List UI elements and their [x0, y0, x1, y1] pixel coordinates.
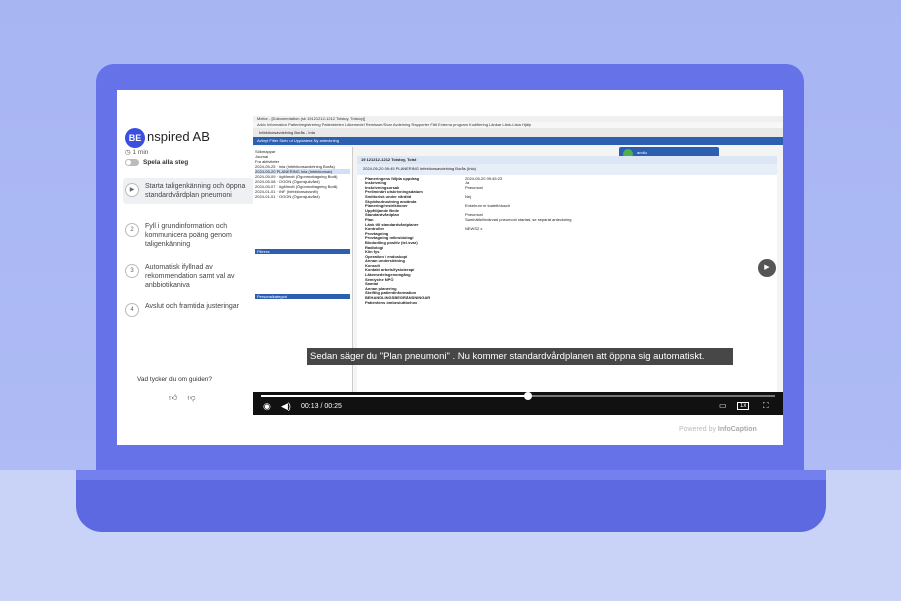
duration-label: ◷ 1 min [125, 149, 149, 156]
guide-panel: BE nspired AB ◷ 1 min Spela alla steg ▶ S… [117, 90, 254, 445]
progress-knob[interactable] [524, 392, 533, 400]
step-number: 2 [125, 223, 139, 237]
speed-button[interactable]: 1x [737, 402, 750, 410]
feedback-buttons: 👍︎ 👎︎ [169, 393, 196, 403]
entry-rows: Planeringens följda uppdrag 2024-05-20 09… [357, 175, 777, 308]
entry-value: Samhällsförvärvad pneumoni startad, se s… [465, 216, 572, 222]
journal-tree: Sökmappar Journal Fra aktiviteter 2024-0… [253, 147, 353, 415]
brand-name: nspired AB [147, 129, 210, 144]
entry-value: Enkelrum m toalett/dusch [465, 203, 511, 209]
entry-value: 2024-05-20 09:45:23 [465, 175, 503, 181]
voice-user: andlu [637, 150, 647, 155]
fullscreen-icon[interactable]: ⛶ [763, 401, 769, 411]
brand-mark: BE [125, 128, 145, 148]
toolbar-unit: Infektionsavdelning Borås - Inla [259, 130, 315, 135]
tree-item: 2024-01-01 · OGON (Ögonsjukvård) [255, 194, 320, 199]
step-label: Starta taligenkänning och öppna standard… [145, 183, 246, 199]
play-icon[interactable]: ◉ [263, 401, 271, 412]
filter-section: Filtrera [255, 249, 350, 254]
feedback-question: Vad tycker du om guiden? [137, 376, 213, 383]
duration-text: 1 min [132, 149, 149, 156]
step-item[interactable]: 2 Fyll i grundinformation och kommunicer… [123, 222, 254, 249]
laptop-base [76, 480, 826, 532]
entry-row: Patientens ómbesluttbehov [365, 299, 769, 306]
thumbs-up-icon[interactable]: 👍︎ [169, 393, 177, 403]
play-all-label: Spela alla steg [143, 159, 189, 166]
brand-logo: BE nspired AB [125, 128, 210, 148]
step-number: 4 [125, 303, 139, 317]
video-player[interactable]: Melior - [Dokumentation (sk 19121212-121… [253, 116, 783, 415]
player-controls: ◉ ◀) 00:13 / 00:25 ▭ 1x ⛶ [253, 392, 783, 415]
volume-icon[interactable]: ◀) [281, 401, 291, 412]
step-label: Fyll i grundinformation och kommunicera … [145, 223, 232, 248]
app-action-bar: Avbryt Filter Skriv ut Uppdatera Ny ante… [253, 137, 783, 145]
entry-header: 2024-05-20 09:45 PLANERING Infektionsavd… [357, 164, 777, 175]
thumbs-down-icon[interactable]: 👎︎ [187, 393, 195, 403]
entry-value: NEWS2 x [465, 226, 483, 232]
progress-bar[interactable] [261, 392, 775, 400]
patient-header: 19 121212-1212 Tolstoy, Tolst [357, 156, 777, 164]
step-item[interactable]: 3 Automatisk ifyllnad av rekommendation … [123, 263, 254, 290]
time-display: 00:13 / 00:25 [301, 403, 342, 410]
powered-by-text: Powered by [679, 426, 716, 433]
app-toolbar: Infektionsavdelning Borås - Inla [253, 128, 783, 137]
step-number: 3 [125, 264, 139, 278]
play-icon: ▶ [125, 183, 139, 197]
step-label: Avslut och framtida justeringar [145, 303, 240, 310]
journal-document: 19 121212-1212 Tolstoy, Tolst 2024-05-20… [357, 156, 777, 415]
powered-brand: InfoCaption [717, 426, 757, 433]
next-play-icon[interactable]: ▶ [758, 259, 776, 277]
subtitle-caption: Sedan säger du "Plan pneumoni" . Nu komm… [307, 348, 733, 365]
play-all-toggle[interactable]: Spela alla steg [125, 159, 188, 166]
step-item[interactable]: 4 Avslut och framtida justeringar [123, 302, 254, 317]
entry-value: Nej [465, 193, 472, 199]
entry-value: Pneumoni [465, 184, 484, 190]
powered-by: Powered by InfoCaption [679, 426, 757, 433]
step-label: Automatisk ifyllnad av rekommendation sa… [145, 264, 235, 289]
personal-section: Personalkategori [255, 294, 350, 299]
captions-icon[interactable]: ▭ [719, 401, 727, 410]
toggle-switch[interactable] [125, 159, 139, 166]
progress-fill [261, 395, 529, 397]
entry-key: Patientens ómbesluttbehov [365, 299, 418, 305]
screen: BE nspired AB ◷ 1 min Spela alla steg ▶ S… [117, 90, 783, 445]
step-item[interactable]: ▶ Starta taligenkänning och öppna standa… [123, 178, 254, 204]
